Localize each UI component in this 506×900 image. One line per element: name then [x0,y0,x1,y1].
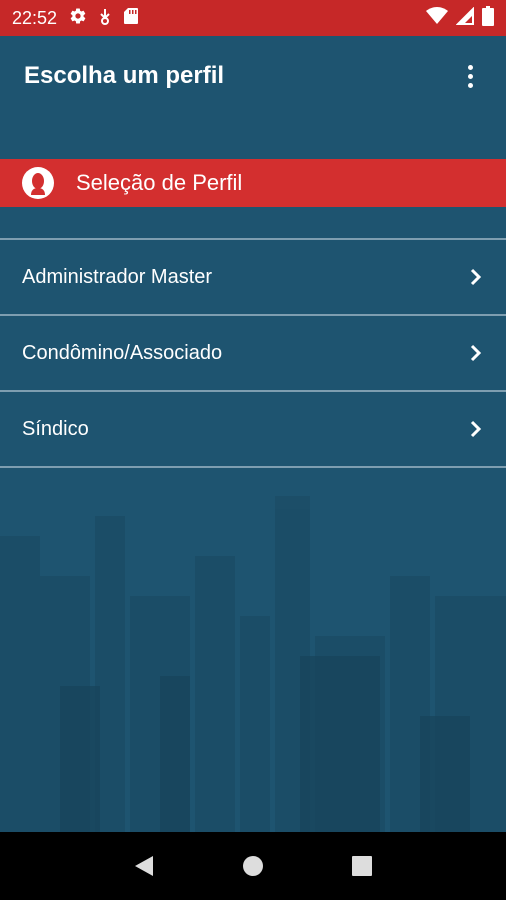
profile-item-label: Condômino/Associado [22,341,223,364]
wifi-icon [426,6,448,30]
profile-list: Administrador Master Condômino/Associado… [0,238,506,468]
sd-card-icon [123,7,139,30]
app-toolbar: Escolha um perfil [0,36,506,116]
person-icon [22,167,54,199]
nav-recents-button[interactable] [342,846,382,886]
divider [0,390,506,392]
status-bar: 22:52 [0,0,506,36]
profile-item-administrador-master[interactable]: Administrador Master [0,240,506,314]
profile-item-condomino-associado[interactable]: Condômino/Associado [0,316,506,390]
nav-back-button[interactable] [124,846,164,886]
divider [0,466,506,468]
download-icon [97,7,113,30]
profile-item-label: Síndico [22,417,89,440]
chevron-right-icon [470,344,482,362]
page-title: Escolha um perfil [24,62,225,89]
recents-icon [351,856,372,876]
profile-section-header: Seleção de Perfil [0,159,506,207]
system-nav-bar [0,832,506,900]
divider [0,238,506,240]
app-screen: Escolha um perfil Seleção de Perfil Admi… [0,36,506,832]
home-icon [242,856,263,876]
chevron-right-icon [470,268,482,286]
battery-icon [482,5,494,31]
gear-icon [69,7,87,30]
section-title: Seleção de Perfil [76,170,243,195]
status-time: 22:52 [12,7,58,28]
more-vert-icon [467,64,473,70]
signal-icon [455,6,474,30]
back-icon [135,856,154,876]
divider [0,314,506,316]
more-options-button[interactable] [458,56,482,96]
profile-item-label: Administrador Master [22,265,213,288]
profile-item-sindico[interactable]: Síndico [0,392,506,466]
nav-home-button[interactable] [233,846,273,886]
chevron-right-icon [470,420,482,438]
